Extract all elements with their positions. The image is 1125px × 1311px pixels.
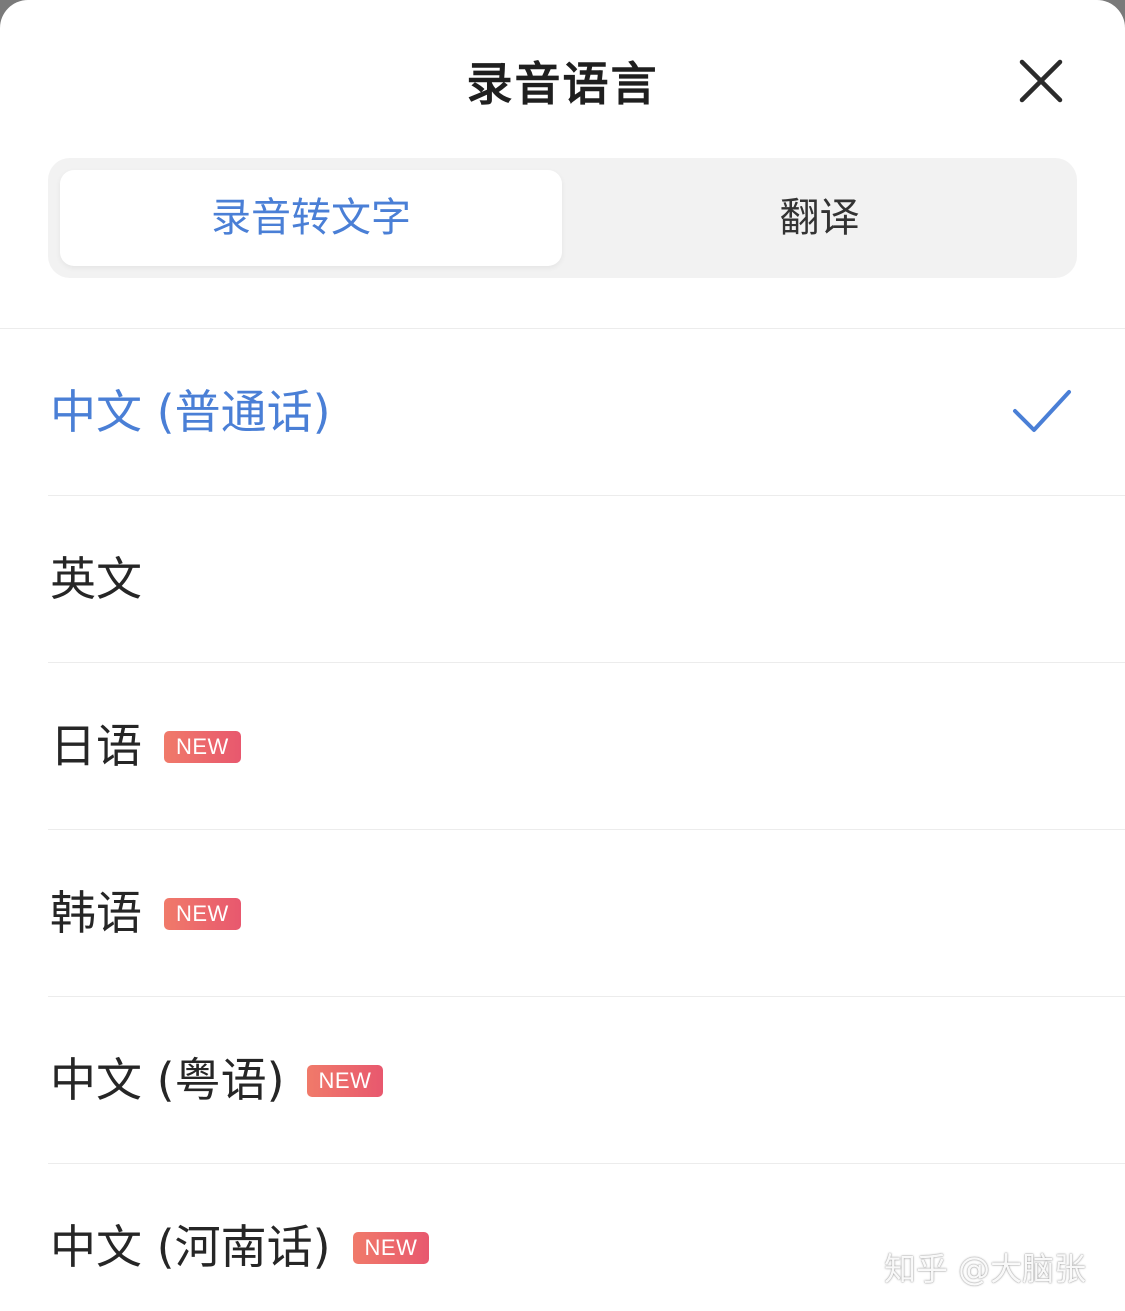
language-name: 中文 (河南话) xyxy=(50,1220,331,1274)
close-icon xyxy=(1019,59,1063,103)
new-badge: NEW xyxy=(164,897,241,930)
checkmark-icon xyxy=(1013,390,1071,432)
language-name: 中文 (普通话) xyxy=(50,385,331,439)
language-name: 中文 (粤语) xyxy=(50,1053,285,1107)
tab-transcribe[interactable]: 录音转文字 xyxy=(60,170,562,266)
language-sheet: 录音语言 录音转文字 翻译 中文 (普通话) 英文 日语 NEW 韩语 NEW … xyxy=(0,0,1125,1311)
tab-translate[interactable]: 翻译 xyxy=(562,170,1077,266)
language-label: 韩语 NEW xyxy=(50,830,241,997)
language-name: 英文 xyxy=(50,552,142,606)
language-name: 韩语 xyxy=(50,886,142,940)
new-badge: NEW xyxy=(306,1064,384,1097)
language-list: 中文 (普通话) 英文 日语 NEW 韩语 NEW 中文 (粤语) NEW 中文… xyxy=(0,329,1125,1311)
sheet-header: 录音语言 xyxy=(0,0,1125,160)
language-label: 英文 xyxy=(50,496,142,663)
language-item-mandarin[interactable]: 中文 (普通话) xyxy=(0,329,1125,496)
mode-segmented-control: 录音转文字 翻译 xyxy=(48,158,1077,278)
new-badge: NEW xyxy=(352,1231,430,1264)
language-item-korean[interactable]: 韩语 NEW xyxy=(0,830,1125,997)
sheet-title: 录音语言 xyxy=(466,57,659,111)
language-label: 中文 (河南话) NEW xyxy=(50,1164,430,1311)
watermark: 知乎 @大脑张 xyxy=(884,1250,1087,1288)
language-label: 中文 (普通话) xyxy=(50,329,331,496)
new-badge: NEW xyxy=(164,730,241,763)
language-label: 日语 NEW xyxy=(50,663,241,830)
language-item-cantonese[interactable]: 中文 (粤语) NEW xyxy=(0,997,1125,1164)
close-button[interactable] xyxy=(1012,52,1070,110)
language-item-english[interactable]: 英文 xyxy=(0,496,1125,663)
language-label: 中文 (粤语) NEW xyxy=(50,997,384,1164)
language-name: 日语 xyxy=(50,719,142,773)
language-item-japanese[interactable]: 日语 NEW xyxy=(0,663,1125,830)
